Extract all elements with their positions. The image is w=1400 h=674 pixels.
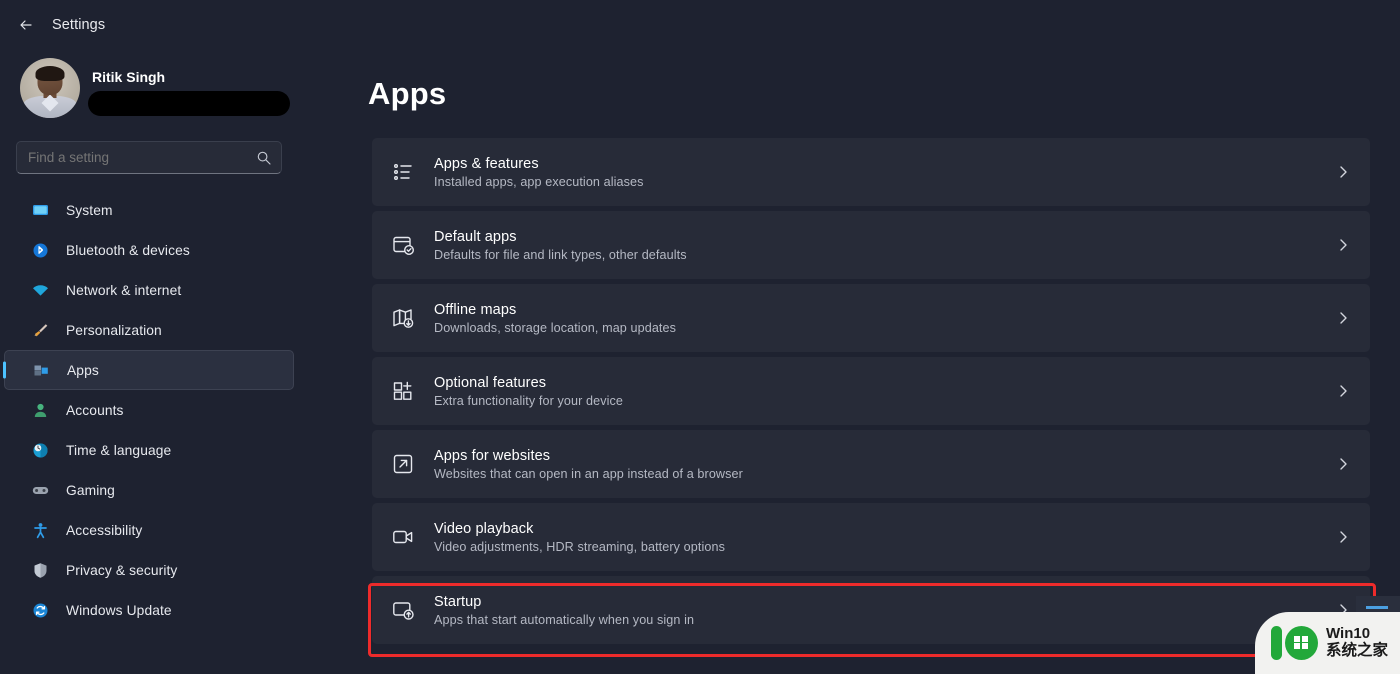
win10-green-logo <box>1271 624 1318 662</box>
watermark-line1: Win10 <box>1326 625 1371 643</box>
apps-icon <box>33 362 50 379</box>
watermark-line2: 系统之家 <box>1326 642 1389 660</box>
card-title: Video playback <box>434 520 534 537</box>
card-title: Startup <box>434 593 482 610</box>
bulleted-list-icon <box>390 159 416 185</box>
settings-window: Settings Ritik Singh Find a setting Syst… <box>0 0 1400 674</box>
sidebar-nav: System Bluetooth & devices Network & int… <box>0 190 310 630</box>
sidebar-item-label: Accessibility <box>66 522 143 538</box>
shield-icon <box>32 562 49 579</box>
settings-card-startup[interactable]: Startup Apps that start automatically wh… <box>372 576 1370 644</box>
sidebar-item-label: Personalization <box>66 322 162 338</box>
accessibility-icon <box>32 522 49 539</box>
sidebar-item-privacy-security[interactable]: Privacy & security <box>4 550 294 590</box>
card-subtitle: Websites that can open in an app instead… <box>434 466 743 481</box>
sidebar-item-label: Apps <box>67 362 99 378</box>
sidebar-item-time-language[interactable]: Time & language <box>4 430 294 470</box>
video-camera-icon <box>390 524 416 550</box>
card-subtitle: Apps that start automatically when you s… <box>434 612 695 627</box>
system-display-icon <box>32 202 49 219</box>
account-person-icon <box>32 402 49 419</box>
card-subtitle: Downloads, storage location, map updates <box>434 320 677 335</box>
page-title: Apps <box>368 76 447 111</box>
search-input[interactable] <box>28 141 248 174</box>
app-title: Settings <box>52 17 106 33</box>
sidebar-item-label: System <box>66 202 113 218</box>
selection-indicator <box>3 361 6 379</box>
settings-card-video-playback[interactable]: Video playback Video adjustments, HDR st… <box>372 503 1370 571</box>
sidebar-item-label: Time & language <box>66 442 172 458</box>
settings-card-apps-features[interactable]: Apps & features Installed apps, app exec… <box>372 138 1370 206</box>
sidebar-item-bluetooth-devices[interactable]: Bluetooth & devices <box>4 230 294 270</box>
card-subtitle: Defaults for file and link types, other … <box>434 247 687 262</box>
paintbrush-icon <box>32 322 49 339</box>
card-title: Apps for websites <box>434 447 551 464</box>
sidebar-item-network-internet[interactable]: Network & internet <box>4 270 294 310</box>
sidebar-item-label: Network & internet <box>66 282 182 298</box>
sidebar-item-gaming[interactable]: Gaming <box>4 470 294 510</box>
settings-card-optional-features[interactable]: Optional features Extra functionality fo… <box>372 357 1370 425</box>
external-link-icon <box>390 451 416 477</box>
sidebar-item-label: Windows Update <box>66 602 172 618</box>
card-title: Offline maps <box>434 301 517 318</box>
gamepad-icon <box>32 482 49 499</box>
sidebar-item-system[interactable]: System <box>4 190 294 230</box>
main-content: Apps Apps & features Installed apps, app… <box>310 48 1400 674</box>
clock-globe-icon <box>32 442 49 459</box>
sidebar-item-apps[interactable]: Apps <box>3 350 294 390</box>
sidebar-item-accounts[interactable]: Accounts <box>4 390 294 430</box>
sidebar-item-personalization[interactable]: Personalization <box>4 310 294 350</box>
startup-window-arrow-icon <box>390 597 416 623</box>
title-bar: Settings <box>0 0 1400 48</box>
watermark: Win10 系统之家 <box>1255 612 1400 674</box>
chevron-right-icon[interactable] <box>1336 457 1350 471</box>
sidebar-item-windows-update[interactable]: Windows Update <box>4 590 294 630</box>
sidebar: Ritik Singh System <box>0 48 310 674</box>
settings-card-apps-for-websites[interactable]: Apps for websites Websites that can open… <box>372 430 1370 498</box>
card-title: Apps & features <box>434 155 539 172</box>
sidebar-item-label: Privacy & security <box>66 562 178 578</box>
grid-plus-icon <box>390 378 416 404</box>
account-email-redacted <box>88 91 290 116</box>
chevron-right-icon[interactable] <box>1336 165 1350 179</box>
account-card[interactable]: Ritik Singh <box>20 54 290 122</box>
back-button[interactable] <box>12 12 40 38</box>
avatar <box>20 58 80 118</box>
chevron-right-icon[interactable] <box>1336 238 1350 252</box>
card-subtitle: Extra functionality for your device <box>434 393 623 408</box>
window-check-icon <box>390 232 416 258</box>
search-field[interactable] <box>16 141 282 174</box>
settings-card-list: Apps & features Installed apps, app exec… <box>372 138 1370 649</box>
map-download-icon <box>390 305 416 331</box>
card-subtitle: Installed apps, app execution aliases <box>434 174 644 189</box>
settings-card-default-apps[interactable]: Default apps Defaults for file and link … <box>372 211 1370 279</box>
chevron-right-icon[interactable] <box>1336 530 1350 544</box>
windows-update-icon <box>32 602 49 619</box>
account-name: Ritik Singh <box>92 69 166 85</box>
sidebar-item-label: Accounts <box>66 402 124 418</box>
search-icon[interactable] <box>256 150 272 166</box>
chevron-right-icon[interactable] <box>1336 311 1350 325</box>
card-title: Default apps <box>434 228 517 245</box>
sidebar-item-accessibility[interactable]: Accessibility <box>4 510 294 550</box>
chevron-right-icon[interactable] <box>1336 384 1350 398</box>
wifi-icon <box>32 282 49 299</box>
card-title: Optional features <box>434 374 547 391</box>
bluetooth-icon <box>32 242 49 259</box>
card-subtitle: Video adjustments, HDR streaming, batter… <box>434 539 725 554</box>
sidebar-item-label: Gaming <box>66 482 115 498</box>
arrow-left-icon <box>20 20 32 30</box>
sidebar-item-label: Bluetooth & devices <box>66 242 190 258</box>
settings-card-offline-maps[interactable]: Offline maps Downloads, storage location… <box>372 284 1370 352</box>
